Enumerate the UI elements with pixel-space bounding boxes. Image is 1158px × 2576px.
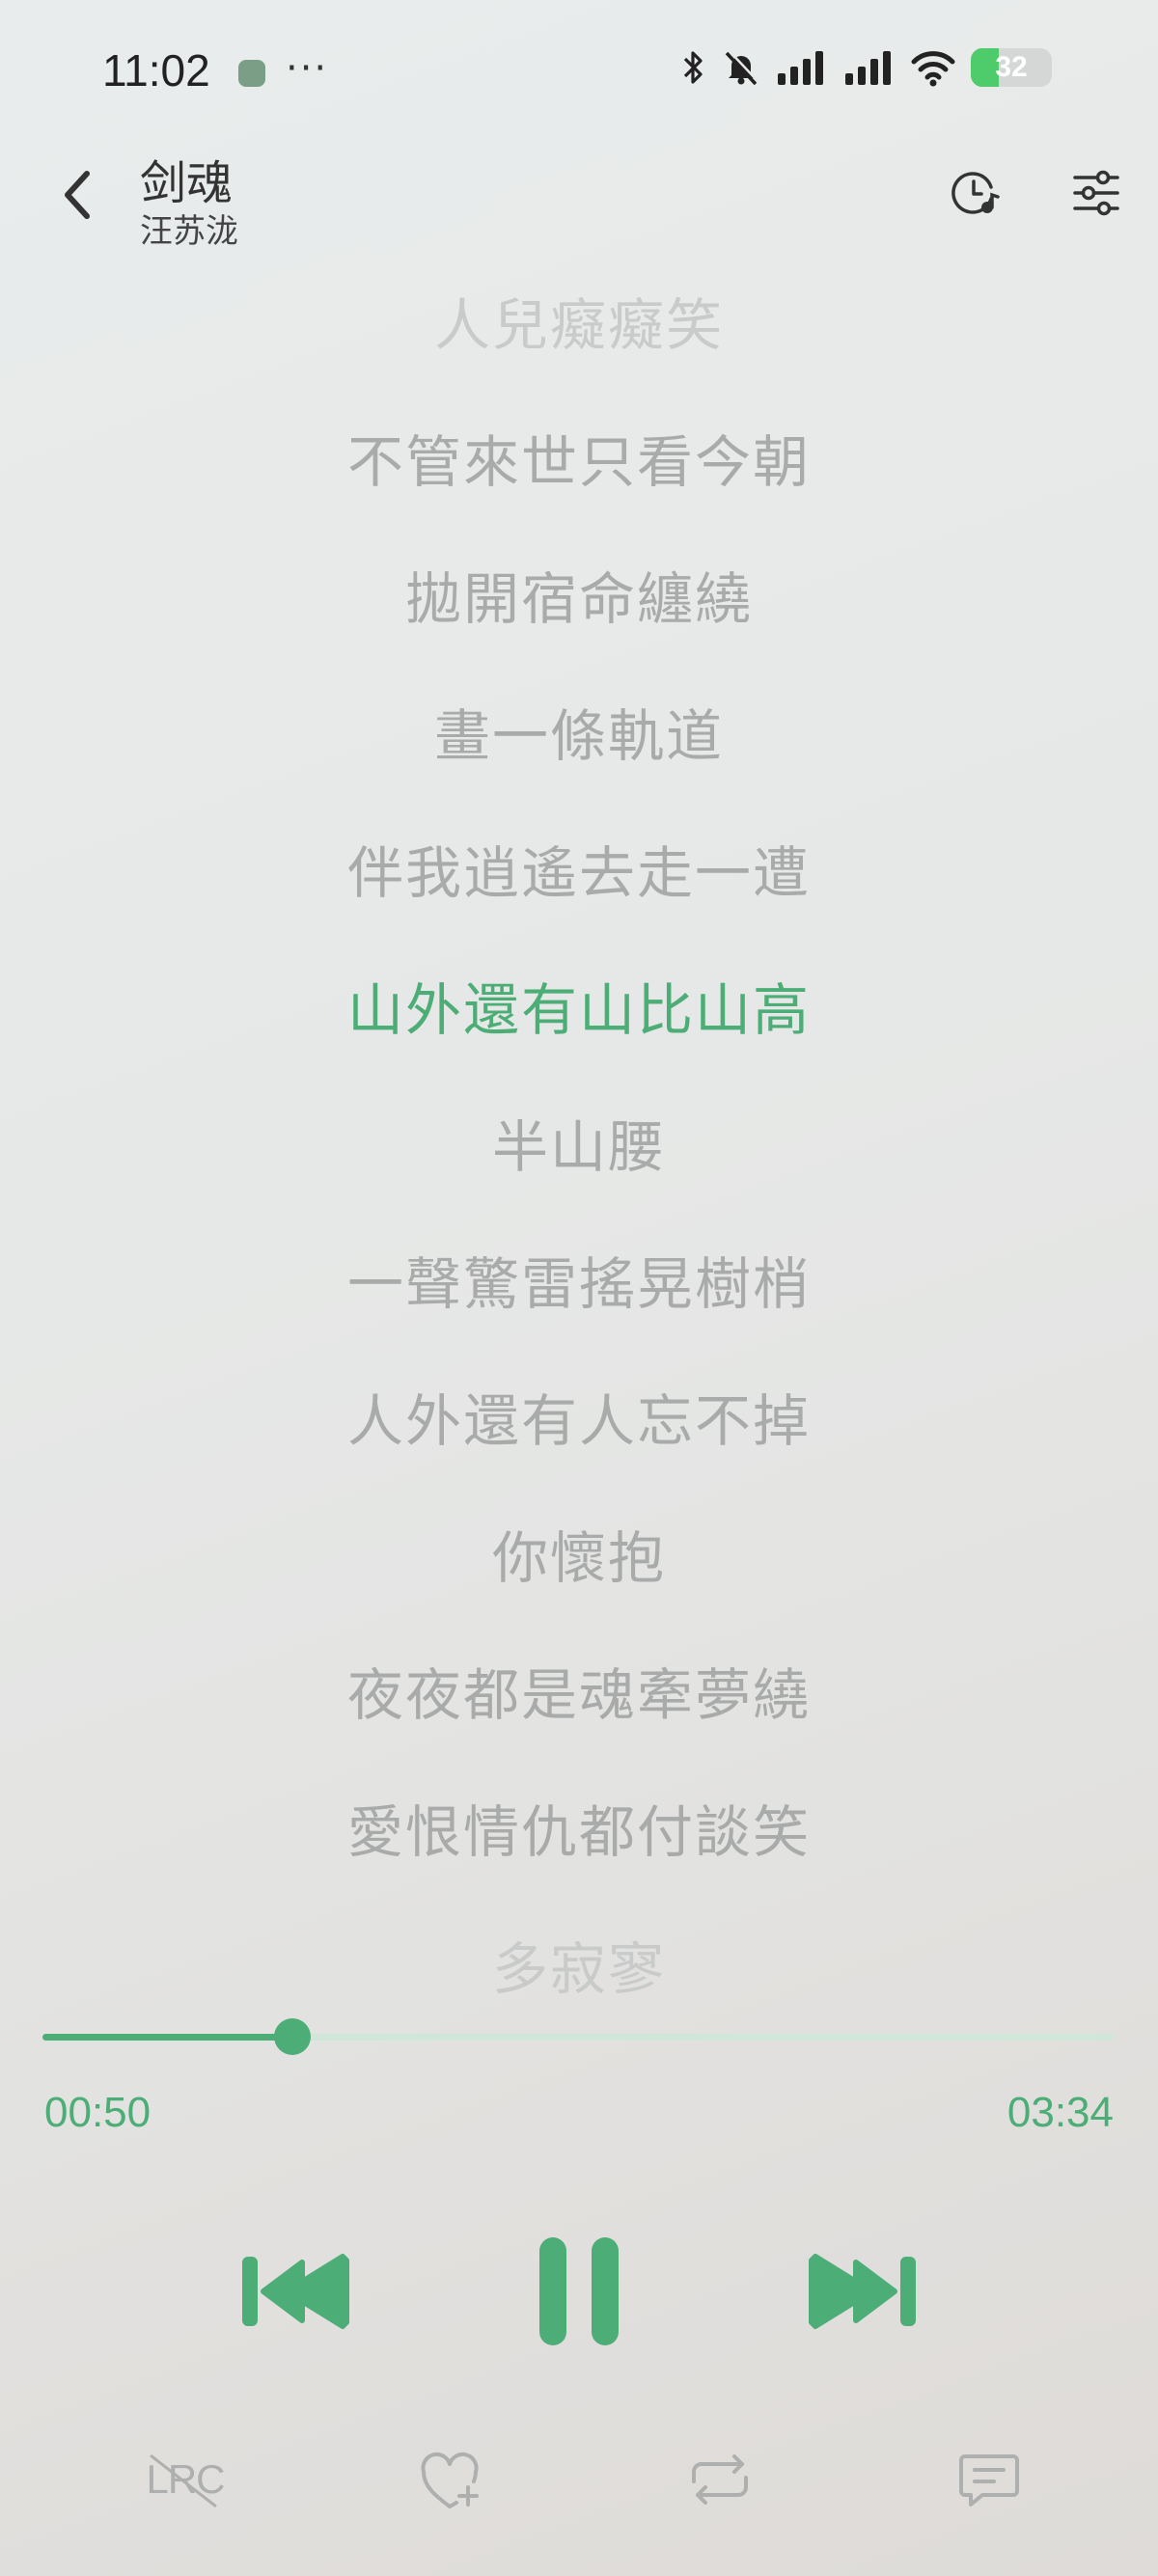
next-icon xyxy=(809,2254,916,2329)
battery-level: 32 xyxy=(995,51,1028,83)
lyric-line[interactable]: 多寂寥 xyxy=(0,1924,1158,2005)
bluetooth-icon xyxy=(683,51,703,84)
back-icon xyxy=(65,171,90,219)
lyric-line[interactable]: 夜夜都是魂牽夢繞 xyxy=(0,1650,1158,1731)
lyric-line[interactable]: 畫一條軌道 xyxy=(0,691,1158,772)
playback-controls xyxy=(0,2219,1158,2364)
lyrics-toggle-button[interactable]: LRC xyxy=(137,2431,234,2528)
lyrics-off-icon: LRC xyxy=(146,2453,226,2508)
status-more-dots: ··· xyxy=(286,46,329,91)
comment-button[interactable] xyxy=(941,2431,1037,2528)
timer-icon xyxy=(951,172,1000,214)
song-title: 剑魂 xyxy=(140,156,234,210)
lyrics-view[interactable]: 人兒癡癡笑不管來世只看今朝 拋開宿命纏繞 畫一條軌道伴我逍遙去走一遭 山外還有山比山高… xyxy=(0,260,1158,2002)
status-time: 11:02 xyxy=(102,45,210,96)
battery-icon: 32 xyxy=(971,48,1052,87)
lyric-line[interactable]: 半山腰 xyxy=(0,1102,1158,1183)
lyric-line[interactable]: 不管來世只看今朝 xyxy=(0,417,1158,498)
signal-icon xyxy=(778,51,823,85)
lyric-line-current[interactable]: 山外還有山比山高 xyxy=(0,965,1158,1046)
favorite-heart-icon xyxy=(421,2452,479,2508)
signal-icon xyxy=(845,51,891,85)
previous-button[interactable] xyxy=(232,2229,357,2354)
progress-thumb[interactable] xyxy=(274,2018,311,2055)
lyric-line[interactable]: 人兒癡癡笑 xyxy=(0,280,1158,361)
pause-button[interactable] xyxy=(516,2219,642,2364)
lyric-line[interactable]: 一聲驚雷搖晃樹梢 xyxy=(0,1239,1158,1320)
app-notification-icon xyxy=(238,60,265,87)
lyric-line[interactable]: 伴我逍遙去走一遭 xyxy=(0,828,1158,909)
progress-fill xyxy=(42,2034,292,2041)
lyric-line[interactable]: 人外還有人忘不掉 xyxy=(0,1376,1158,1457)
back-button[interactable] xyxy=(39,156,116,233)
status-icons: 32 xyxy=(681,48,1052,87)
settings-sliders-icon xyxy=(1073,170,1119,216)
repeat-button[interactable] xyxy=(672,2431,768,2528)
lyric-line[interactable]: 拋開宿命纏繞 xyxy=(0,554,1158,635)
total-time: 03:34 xyxy=(1006,2089,1114,2136)
repeat-icon xyxy=(692,2454,748,2505)
status-bar: 11:02 ··· 32 xyxy=(0,0,1158,145)
progress-slider[interactable] xyxy=(42,2018,1114,2055)
lyric-line[interactable]: 你懷抱 xyxy=(0,1513,1158,1594)
bottom-toolbar: LRC xyxy=(0,2431,1158,2528)
next-button[interactable] xyxy=(801,2229,926,2354)
sleep-timer-button[interactable] xyxy=(941,158,1010,228)
player-header: 剑魂 汪苏泷 xyxy=(0,145,1158,260)
song-artist[interactable]: 汪苏泷 xyxy=(140,205,238,252)
lyric-line[interactable]: 愛恨情仇都付談笑 xyxy=(0,1787,1158,1868)
settings-button[interactable] xyxy=(1062,158,1131,228)
favorite-button[interactable] xyxy=(403,2431,500,2528)
elapsed-time: 00:50 xyxy=(44,2089,152,2136)
mute-bell-icon xyxy=(725,50,759,86)
wifi-icon xyxy=(911,51,955,87)
pause-icon xyxy=(539,2237,619,2345)
previous-icon xyxy=(242,2254,349,2329)
comment-icon xyxy=(959,2454,1019,2507)
